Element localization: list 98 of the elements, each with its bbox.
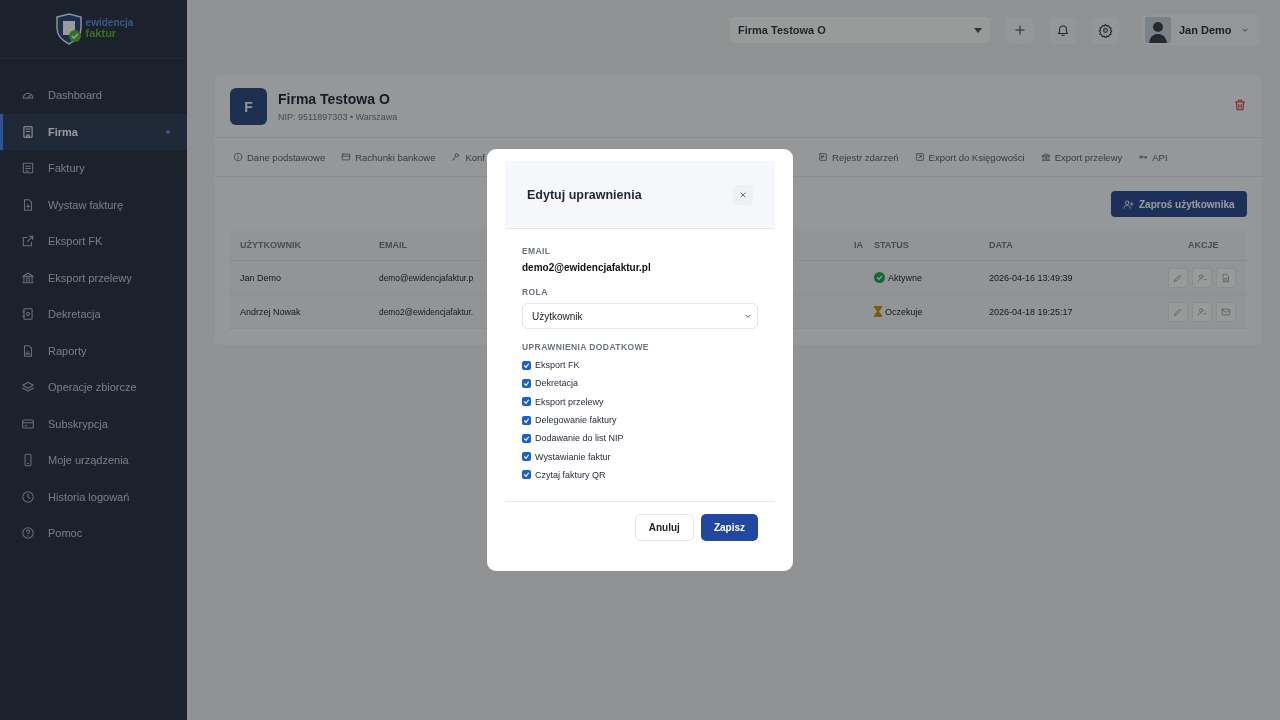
- external-link-icon: [21, 234, 35, 249]
- info-icon: [233, 152, 243, 162]
- sidebar-item[interactable]: Wystaw fakturę: [0, 186, 187, 223]
- checkbox[interactable]: [522, 378, 531, 388]
- user-menu[interactable]: Jan Demo: [1143, 15, 1260, 45]
- tab[interactable]: Dane podstawowe: [233, 151, 326, 163]
- bank-icon: [1040, 152, 1051, 162]
- add-user-icon: [1123, 198, 1134, 210]
- checkbox[interactable]: [522, 415, 531, 425]
- sidebar-item[interactable]: Eksport przelewy: [0, 259, 187, 296]
- sidebar-item[interactable]: Moje urządzenia: [0, 442, 187, 479]
- list-icon: [21, 161, 35, 176]
- chart-document-icon: [21, 343, 35, 358]
- email-value: demo2@ewidencjafaktur.pl: [522, 262, 652, 273]
- user-icon: [1196, 272, 1207, 283]
- tab[interactable]: Export do Księgowości: [914, 151, 1025, 163]
- sidebar-item[interactable]: Raporty: [0, 332, 187, 369]
- card-icon: [21, 416, 35, 431]
- sidebar-item[interactable]: Firma: [0, 113, 187, 150]
- bell-icon: [1055, 23, 1070, 37]
- user-icon: [1196, 306, 1207, 317]
- checkbox[interactable]: [522, 433, 531, 443]
- avatar-icon: [1145, 17, 1171, 43]
- checkbox[interactable]: [522, 397, 531, 407]
- table-cell: Jan Demo: [229, 260, 368, 295]
- tab[interactable]: Rejestr zdarzeń: [818, 151, 899, 163]
- checkbox-label: Wystawianie faktur: [535, 451, 611, 462]
- close-icon: [738, 189, 748, 200]
- pencil-icon: [1172, 306, 1183, 317]
- clock-icon: [21, 489, 35, 504]
- sidebar-item[interactable]: Historia logowań: [0, 478, 187, 515]
- trash-icon: [1232, 97, 1247, 112]
- layers-icon: [21, 380, 35, 395]
- key-icon: [451, 152, 462, 162]
- tab[interactable]: Export przelewy: [1040, 151, 1123, 163]
- invite-user-button[interactable]: Zaproś użytkownika: [1111, 191, 1247, 217]
- card-icon: [341, 152, 352, 162]
- table-cell: Andrzej Nowak: [229, 294, 368, 329]
- key-icon: [1138, 152, 1149, 162]
- status-cell: Aktywne: [863, 260, 978, 295]
- role-select[interactable]: Użytkownik: [522, 303, 758, 329]
- sidebar-item[interactable]: Eksport FK: [0, 223, 187, 260]
- bank-icon: [21, 270, 35, 285]
- hourglass-icon: [874, 306, 882, 317]
- checkbox-label: Czytaj faktury QR: [535, 469, 606, 480]
- help-icon: [21, 526, 35, 541]
- external-link-icon: [914, 152, 925, 162]
- notifications-button[interactable]: [1049, 16, 1076, 44]
- checkbox[interactable]: [522, 360, 531, 370]
- mail-icon: [1220, 306, 1231, 317]
- document-icon: [818, 152, 829, 162]
- checkbox[interactable]: [522, 470, 531, 480]
- checkbox-label: Dekretacja: [535, 378, 579, 389]
- table-cell: 2026-04-18 19:25:17: [978, 294, 1128, 329]
- company-avatar: F: [230, 88, 267, 125]
- checkbox[interactable]: [522, 452, 531, 462]
- field-label: ROLA: [522, 287, 549, 297]
- field-label: EMAIL: [522, 246, 552, 256]
- sidebar-item[interactable]: Subskrypcja: [0, 405, 187, 442]
- tab[interactable]: API: [1138, 151, 1168, 163]
- save-button[interactable]: Zapisz: [700, 514, 758, 542]
- table-cell: 2026-04-16 13:49:39: [978, 260, 1128, 295]
- logo-text: faktur: [85, 28, 117, 38]
- status-cell: Oczekuje: [863, 294, 978, 329]
- checkbox-label: Dodawanie do list NIP: [535, 433, 624, 444]
- plus-icon: [1012, 23, 1027, 37]
- company-details: NIP: 9511897303 • Warszawa: [278, 112, 398, 122]
- document-plus-icon: [21, 197, 35, 212]
- settings-icon: [1098, 22, 1113, 38]
- sidebar-item[interactable]: Dashboard: [0, 77, 187, 114]
- company-name: Firma Testowa O: [278, 91, 391, 107]
- dialog-title: Edytuj uprawnienia: [527, 187, 642, 202]
- checkbox-label: Eksport przelewy: [535, 396, 604, 407]
- sidebar-item[interactable]: Operacje zbiorcze: [0, 369, 187, 406]
- column-header: DATA: [978, 229, 1128, 261]
- checkbox-label: Delegowanie faktury: [535, 415, 617, 426]
- sidebar-item[interactable]: Faktury: [0, 150, 187, 187]
- sidebar-item[interactable]: Dekretacja: [0, 296, 187, 333]
- settings-button[interactable]: [1092, 16, 1119, 44]
- sidebar-item[interactable]: Pomoc: [0, 515, 187, 552]
- phone-icon: [21, 453, 35, 468]
- column-header: UŻYTKOWNIK: [229, 229, 368, 261]
- shield-logo-icon: [53, 13, 84, 45]
- document-icon: [1220, 272, 1231, 283]
- field-label: UPRAWNIENIA DODATKOWE: [522, 342, 650, 352]
- notebook-icon: [21, 307, 35, 322]
- company-select[interactable]: Firma Testowa O: [730, 17, 990, 43]
- column-header: AKCJE: [1128, 229, 1247, 261]
- building-icon: [21, 124, 35, 139]
- check-circle-icon: [874, 272, 885, 283]
- checkbox-label: Eksport FK: [535, 360, 580, 371]
- tab[interactable]: Konf: [451, 151, 485, 163]
- tab[interactable]: Rachunki bankowe: [341, 151, 436, 163]
- column-header: STATUS: [863, 229, 978, 261]
- logo-text: ewidencja: [85, 18, 134, 28]
- cancel-button[interactable]: Anuluj: [634, 514, 694, 542]
- active-dot: [166, 129, 170, 134]
- pencil-icon: [1172, 272, 1183, 283]
